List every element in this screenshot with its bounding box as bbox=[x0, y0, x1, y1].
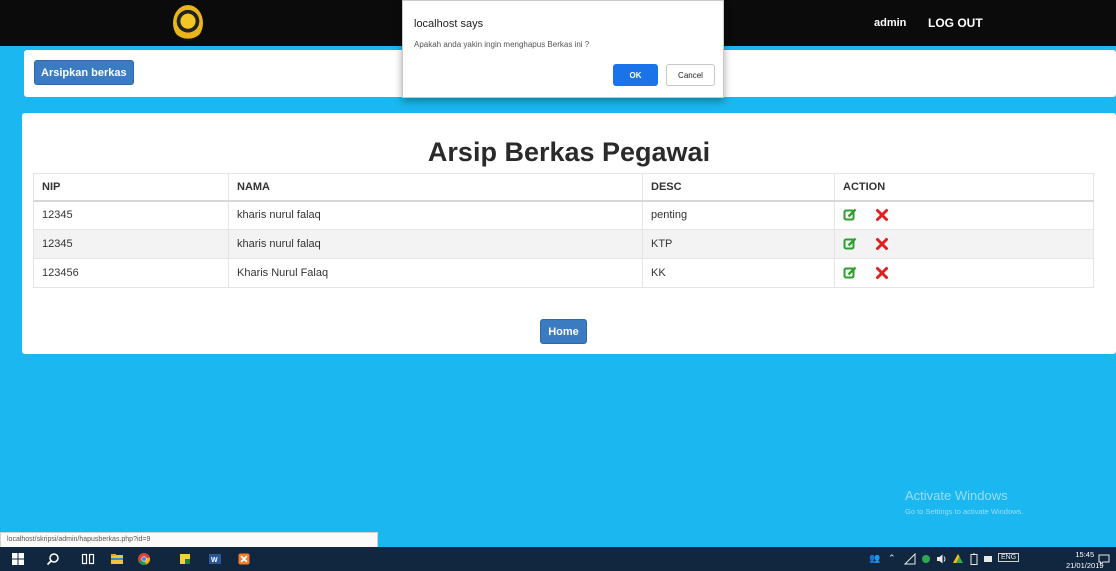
dialog-cancel-button[interactable]: Cancel bbox=[666, 64, 715, 86]
notification-icon[interactable] bbox=[1098, 553, 1110, 567]
chevron-up-icon[interactable]: ⌃ bbox=[888, 553, 896, 564]
file-explorer-icon[interactable] bbox=[110, 552, 124, 566]
app-tray-icon[interactable] bbox=[920, 553, 932, 567]
cell-action bbox=[834, 258, 1094, 288]
table-row: 12345 kharis nurul falaq KTP bbox=[33, 229, 1094, 259]
files-table: NIP NAMA DESC ACTION 12345 kharis nurul … bbox=[33, 173, 1094, 288]
main-panel: Arsip Berkas Pegawai NIP NAMA DESC ACTIO… bbox=[22, 113, 1116, 354]
dialog-title: localhost says bbox=[414, 18, 484, 30]
cell-nama: kharis nurul falaq bbox=[228, 229, 643, 259]
edit-icon[interactable] bbox=[843, 208, 857, 222]
xampp-icon[interactable] bbox=[237, 552, 251, 566]
delete-icon[interactable] bbox=[875, 266, 889, 280]
cell-desc: KTP bbox=[642, 229, 835, 259]
nav-username: admin bbox=[874, 17, 907, 29]
cell-action bbox=[834, 200, 1094, 230]
cell-action bbox=[834, 229, 1094, 259]
dialog-message: Apakah anda yakin ingin menghapus Berkas… bbox=[414, 40, 590, 49]
cell-nip: 123456 bbox=[33, 258, 229, 288]
university-logo bbox=[173, 5, 203, 41]
activate-windows-watermark: Activate Windows Go to Settings to activ… bbox=[905, 488, 1023, 516]
word-icon[interactable]: W bbox=[208, 552, 222, 566]
column-header-nip: NIP bbox=[33, 173, 229, 202]
delete-icon[interactable] bbox=[875, 237, 889, 251]
task-view-icon[interactable] bbox=[81, 552, 95, 566]
network-icon[interactable] bbox=[903, 552, 916, 567]
tray-app-icon[interactable] bbox=[982, 553, 994, 567]
google-drive-icon[interactable] bbox=[952, 553, 964, 567]
cell-desc: penting bbox=[642, 200, 835, 230]
watermark-subtitle: Go to Settings to activate Windows. bbox=[905, 507, 1024, 516]
windows-taskbar: W 👥 ⌃ ENG 15:45 21/01/2019 bbox=[0, 547, 1116, 571]
search-icon[interactable] bbox=[46, 552, 60, 566]
watermark-title: Activate Windows bbox=[905, 488, 1008, 503]
windows-start-icon[interactable] bbox=[11, 552, 25, 566]
home-button[interactable]: Home bbox=[540, 319, 587, 344]
column-header-action: ACTION bbox=[834, 173, 1094, 202]
column-header-nama: NAMA bbox=[228, 173, 643, 202]
chrome-icon[interactable] bbox=[137, 552, 151, 566]
svg-text:W: W bbox=[211, 557, 218, 564]
dialog-ok-button[interactable]: OK bbox=[613, 64, 658, 86]
browser-status-url: localhost/skripsi/admin/hapusberkas.php?… bbox=[0, 532, 378, 547]
table-row: 12345 kharis nurul falaq penting bbox=[33, 200, 1094, 230]
edit-icon[interactable] bbox=[843, 266, 857, 280]
people-icon[interactable]: 👥 bbox=[869, 553, 880, 564]
volume-icon[interactable] bbox=[936, 553, 948, 567]
cell-nip: 12345 bbox=[33, 200, 229, 230]
cell-nama: Kharis Nurul Falaq bbox=[228, 258, 643, 288]
table-header-row: NIP NAMA DESC ACTION bbox=[33, 173, 1094, 202]
cell-nip: 12345 bbox=[33, 229, 229, 259]
edit-icon[interactable] bbox=[843, 237, 857, 251]
logout-link[interactable]: LOG OUT bbox=[928, 16, 983, 30]
column-header-desc: DESC bbox=[642, 173, 835, 202]
delete-icon[interactable] bbox=[875, 208, 889, 222]
page-title: Arsip Berkas Pegawai bbox=[427, 137, 711, 167]
language-indicator[interactable]: ENG bbox=[998, 553, 1020, 562]
sticky-notes-icon[interactable] bbox=[178, 552, 192, 566]
battery-icon[interactable] bbox=[968, 553, 980, 567]
archive-files-button[interactable]: Arsipkan berkas bbox=[34, 60, 134, 85]
cell-nama: kharis nurul falaq bbox=[228, 200, 643, 230]
table-row: 123456 Kharis Nurul Falaq KK bbox=[33, 258, 1094, 288]
cell-desc: KK bbox=[642, 258, 835, 288]
confirm-dialog: localhost says Apakah anda yakin ingin m… bbox=[402, 0, 724, 98]
